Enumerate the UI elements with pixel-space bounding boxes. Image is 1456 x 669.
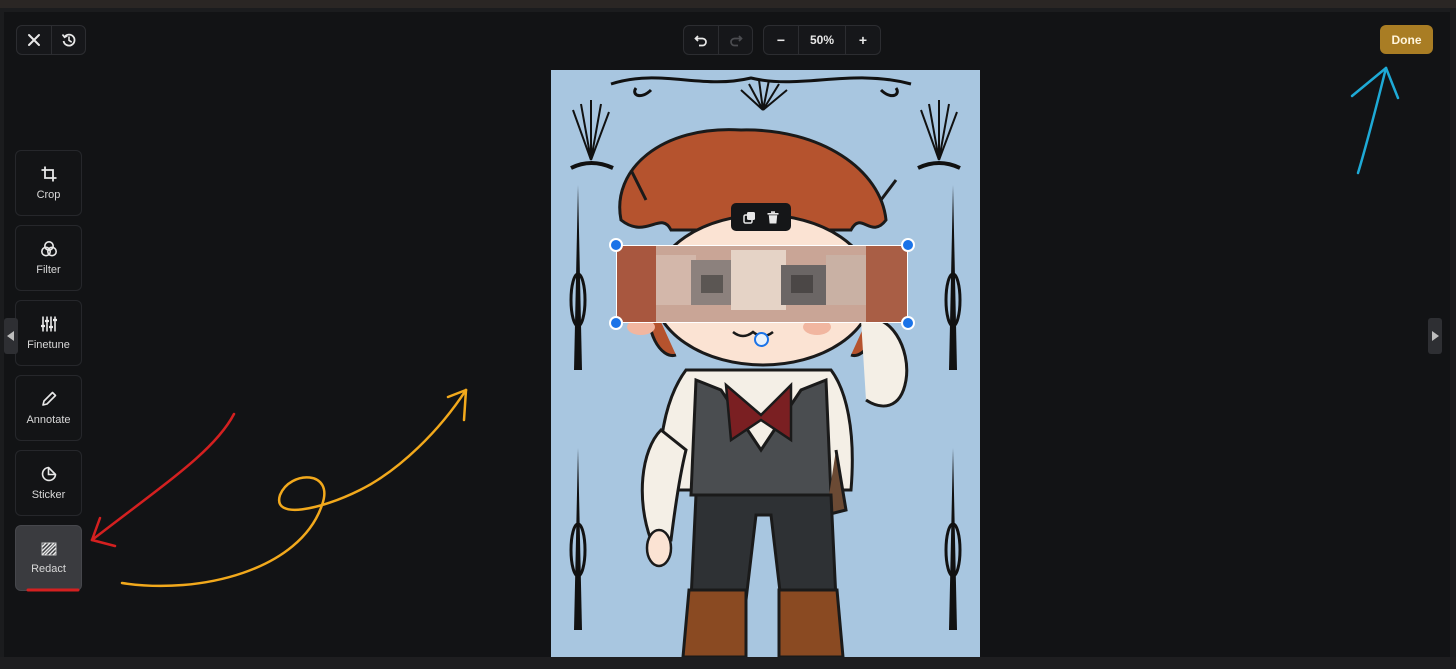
crop-icon (41, 166, 56, 182)
tool-crop[interactable]: Crop (15, 150, 82, 216)
tool-sticker-label: Sticker (31, 489, 66, 501)
zoom-level[interactable]: 50% (798, 26, 846, 54)
top-left-controls (16, 25, 86, 55)
panel-expand-right-button[interactable] (1428, 318, 1442, 354)
tool-finetune[interactable]: Finetune (15, 300, 82, 366)
top-strip (0, 0, 1456, 8)
redo-icon (729, 35, 743, 47)
tool-crop-label: Crop (36, 189, 61, 201)
resize-handle-bottom-left[interactable] (609, 316, 623, 330)
panel-collapse-left-button[interactable] (4, 318, 18, 354)
rotate-handle[interactable] (754, 332, 769, 347)
character-illustration (551, 70, 980, 657)
redo-button[interactable] (718, 26, 752, 54)
done-button[interactable]: Done (1380, 25, 1433, 54)
history-controls (683, 25, 753, 55)
tool-annotate-label: Annotate (26, 414, 71, 426)
resize-handle-top-right[interactable] (901, 238, 915, 252)
selection-toolbar (731, 203, 791, 231)
undo-button[interactable] (684, 26, 718, 54)
sliders-icon (40, 316, 57, 332)
redaction-selection[interactable] (616, 245, 908, 323)
close-icon (28, 34, 40, 46)
app-window: − 50% + Done Crop Filter Finetune Annota… (0, 0, 1456, 669)
tool-annotate[interactable]: Annotate (15, 375, 82, 441)
close-button[interactable] (17, 26, 51, 54)
image-canvas[interactable] (551, 70, 980, 657)
chevron-left-icon (7, 331, 14, 341)
tool-redact[interactable]: Redact (15, 525, 82, 591)
sticker-icon (41, 466, 56, 482)
resize-handle-bottom-right[interactable] (901, 316, 915, 330)
zoom-in-button[interactable]: + (846, 26, 880, 54)
redact-icon (41, 542, 56, 556)
zoom-controls: − 50% + (763, 25, 881, 55)
tool-filter-label: Filter (36, 264, 61, 276)
resize-handle-top-left[interactable] (609, 238, 623, 252)
history-icon (61, 33, 75, 47)
trash-icon[interactable] (767, 210, 779, 224)
history-button[interactable] (51, 26, 85, 54)
tool-sticker[interactable]: Sticker (15, 450, 82, 516)
pencil-icon (41, 391, 56, 406)
zoom-out-button[interactable]: − (764, 26, 798, 54)
filter-icon (40, 241, 57, 257)
bottom-strip (0, 657, 1456, 669)
chevron-right-icon (1432, 331, 1439, 341)
tool-finetune-label: Finetune (27, 339, 70, 351)
undo-icon (694, 35, 707, 47)
tool-redact-label: Redact (31, 563, 66, 575)
duplicate-icon[interactable] (743, 211, 756, 224)
tool-filter[interactable]: Filter (15, 225, 82, 291)
